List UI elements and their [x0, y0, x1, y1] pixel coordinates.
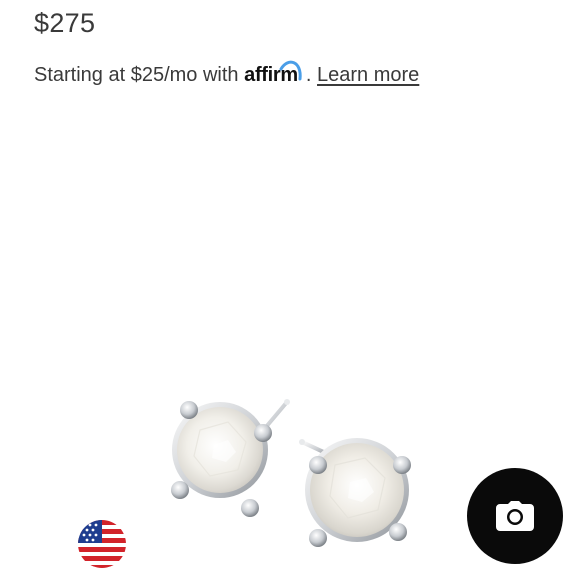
financing-text: Starting at $25/mo with [34, 64, 239, 86]
camera-icon [496, 501, 534, 531]
affirm-logo: affirm [244, 60, 302, 87]
camera-button[interactable] [467, 468, 563, 564]
learn-more-link[interactable]: Learn more [317, 64, 419, 86]
product-page: $275 Starting at $25/mo with affirm . Le… [0, 0, 580, 580]
left-earring [171, 399, 290, 517]
affirm-arc-icon [279, 60, 302, 81]
product-price: $275 [34, 8, 96, 38]
financing-separator: . [305, 64, 312, 86]
right-earring [299, 438, 411, 547]
financing-line: Starting at $25/mo with affirm . Learn m… [34, 60, 419, 87]
us-flag-icon[interactable] [78, 520, 126, 568]
